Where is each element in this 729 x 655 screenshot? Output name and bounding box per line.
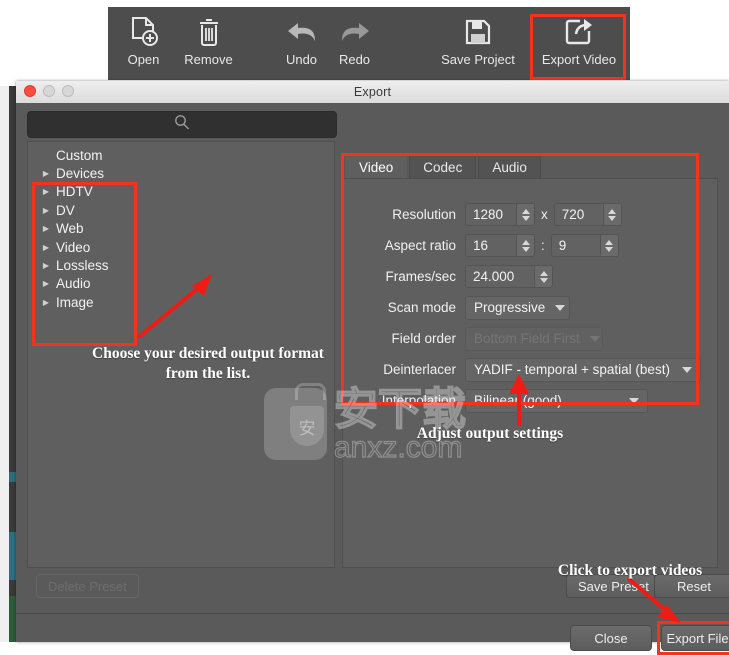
highlight-box-preset-list — [32, 182, 137, 346]
floppy-disk-icon — [464, 12, 492, 52]
main-toolbar: Open Remove Undo Redo Save Project Expor… — [108, 7, 630, 80]
toolbar-button-undo[interactable]: Undo — [274, 12, 329, 76]
trash-icon — [196, 12, 222, 52]
annotation-click-export: Click to export videos — [557, 562, 703, 579]
redo-arrow-icon — [338, 12, 372, 52]
minimize-window-button[interactable] — [43, 85, 55, 97]
preset-label-devices: Devices — [56, 166, 105, 182]
preset-item-devices[interactable]: ▶ Devices — [36, 164, 236, 182]
toolbar-button-open[interactable]: Open — [116, 12, 171, 76]
search-icon — [174, 114, 190, 135]
toolbar-button-save-project[interactable]: Save Project — [428, 12, 528, 76]
chevron-right-icon[interactable]: ▶ — [36, 169, 56, 178]
annotation-choose-format: Choose your desired output format from t… — [92, 345, 324, 382]
dialog-title: Export — [353, 85, 392, 99]
window-controls — [24, 85, 74, 97]
delete-preset-label: Delete Preset — [48, 578, 127, 594]
dialog-titlebar: Export — [16, 81, 729, 104]
toolbar-button-redo[interactable]: Redo — [327, 12, 382, 76]
background-left-margin — [0, 86, 9, 642]
toolbar-label-remove: Remove — [184, 52, 233, 67]
preset-search-input[interactable] — [27, 111, 337, 138]
toolbar-button-remove[interactable]: Remove — [171, 12, 246, 76]
close-label: Close — [594, 630, 628, 646]
toolbar-label-undo: Undo — [285, 52, 318, 67]
preset-item-custom[interactable]: Custom — [36, 146, 236, 164]
maximize-window-button[interactable] — [62, 85, 74, 97]
highlight-box-settings — [341, 153, 699, 405]
toolbar-label-redo: Redo — [338, 52, 371, 67]
close-window-button[interactable] — [24, 85, 36, 97]
footer-divider — [16, 613, 729, 614]
undo-arrow-icon — [285, 12, 319, 52]
close-button[interactable]: Close — [570, 625, 652, 651]
highlight-box-export-file — [657, 621, 729, 655]
annotation-adjust-settings: Adjust output settings — [416, 425, 564, 442]
delete-preset-button: Delete Preset — [36, 574, 139, 598]
toolbar-label-open: Open — [127, 52, 160, 67]
file-add-icon — [129, 12, 159, 52]
toolbar-label-save-project: Save Project — [441, 52, 515, 67]
highlight-box-export-video — [530, 14, 626, 80]
preset-label-custom: Custom — [56, 147, 103, 163]
